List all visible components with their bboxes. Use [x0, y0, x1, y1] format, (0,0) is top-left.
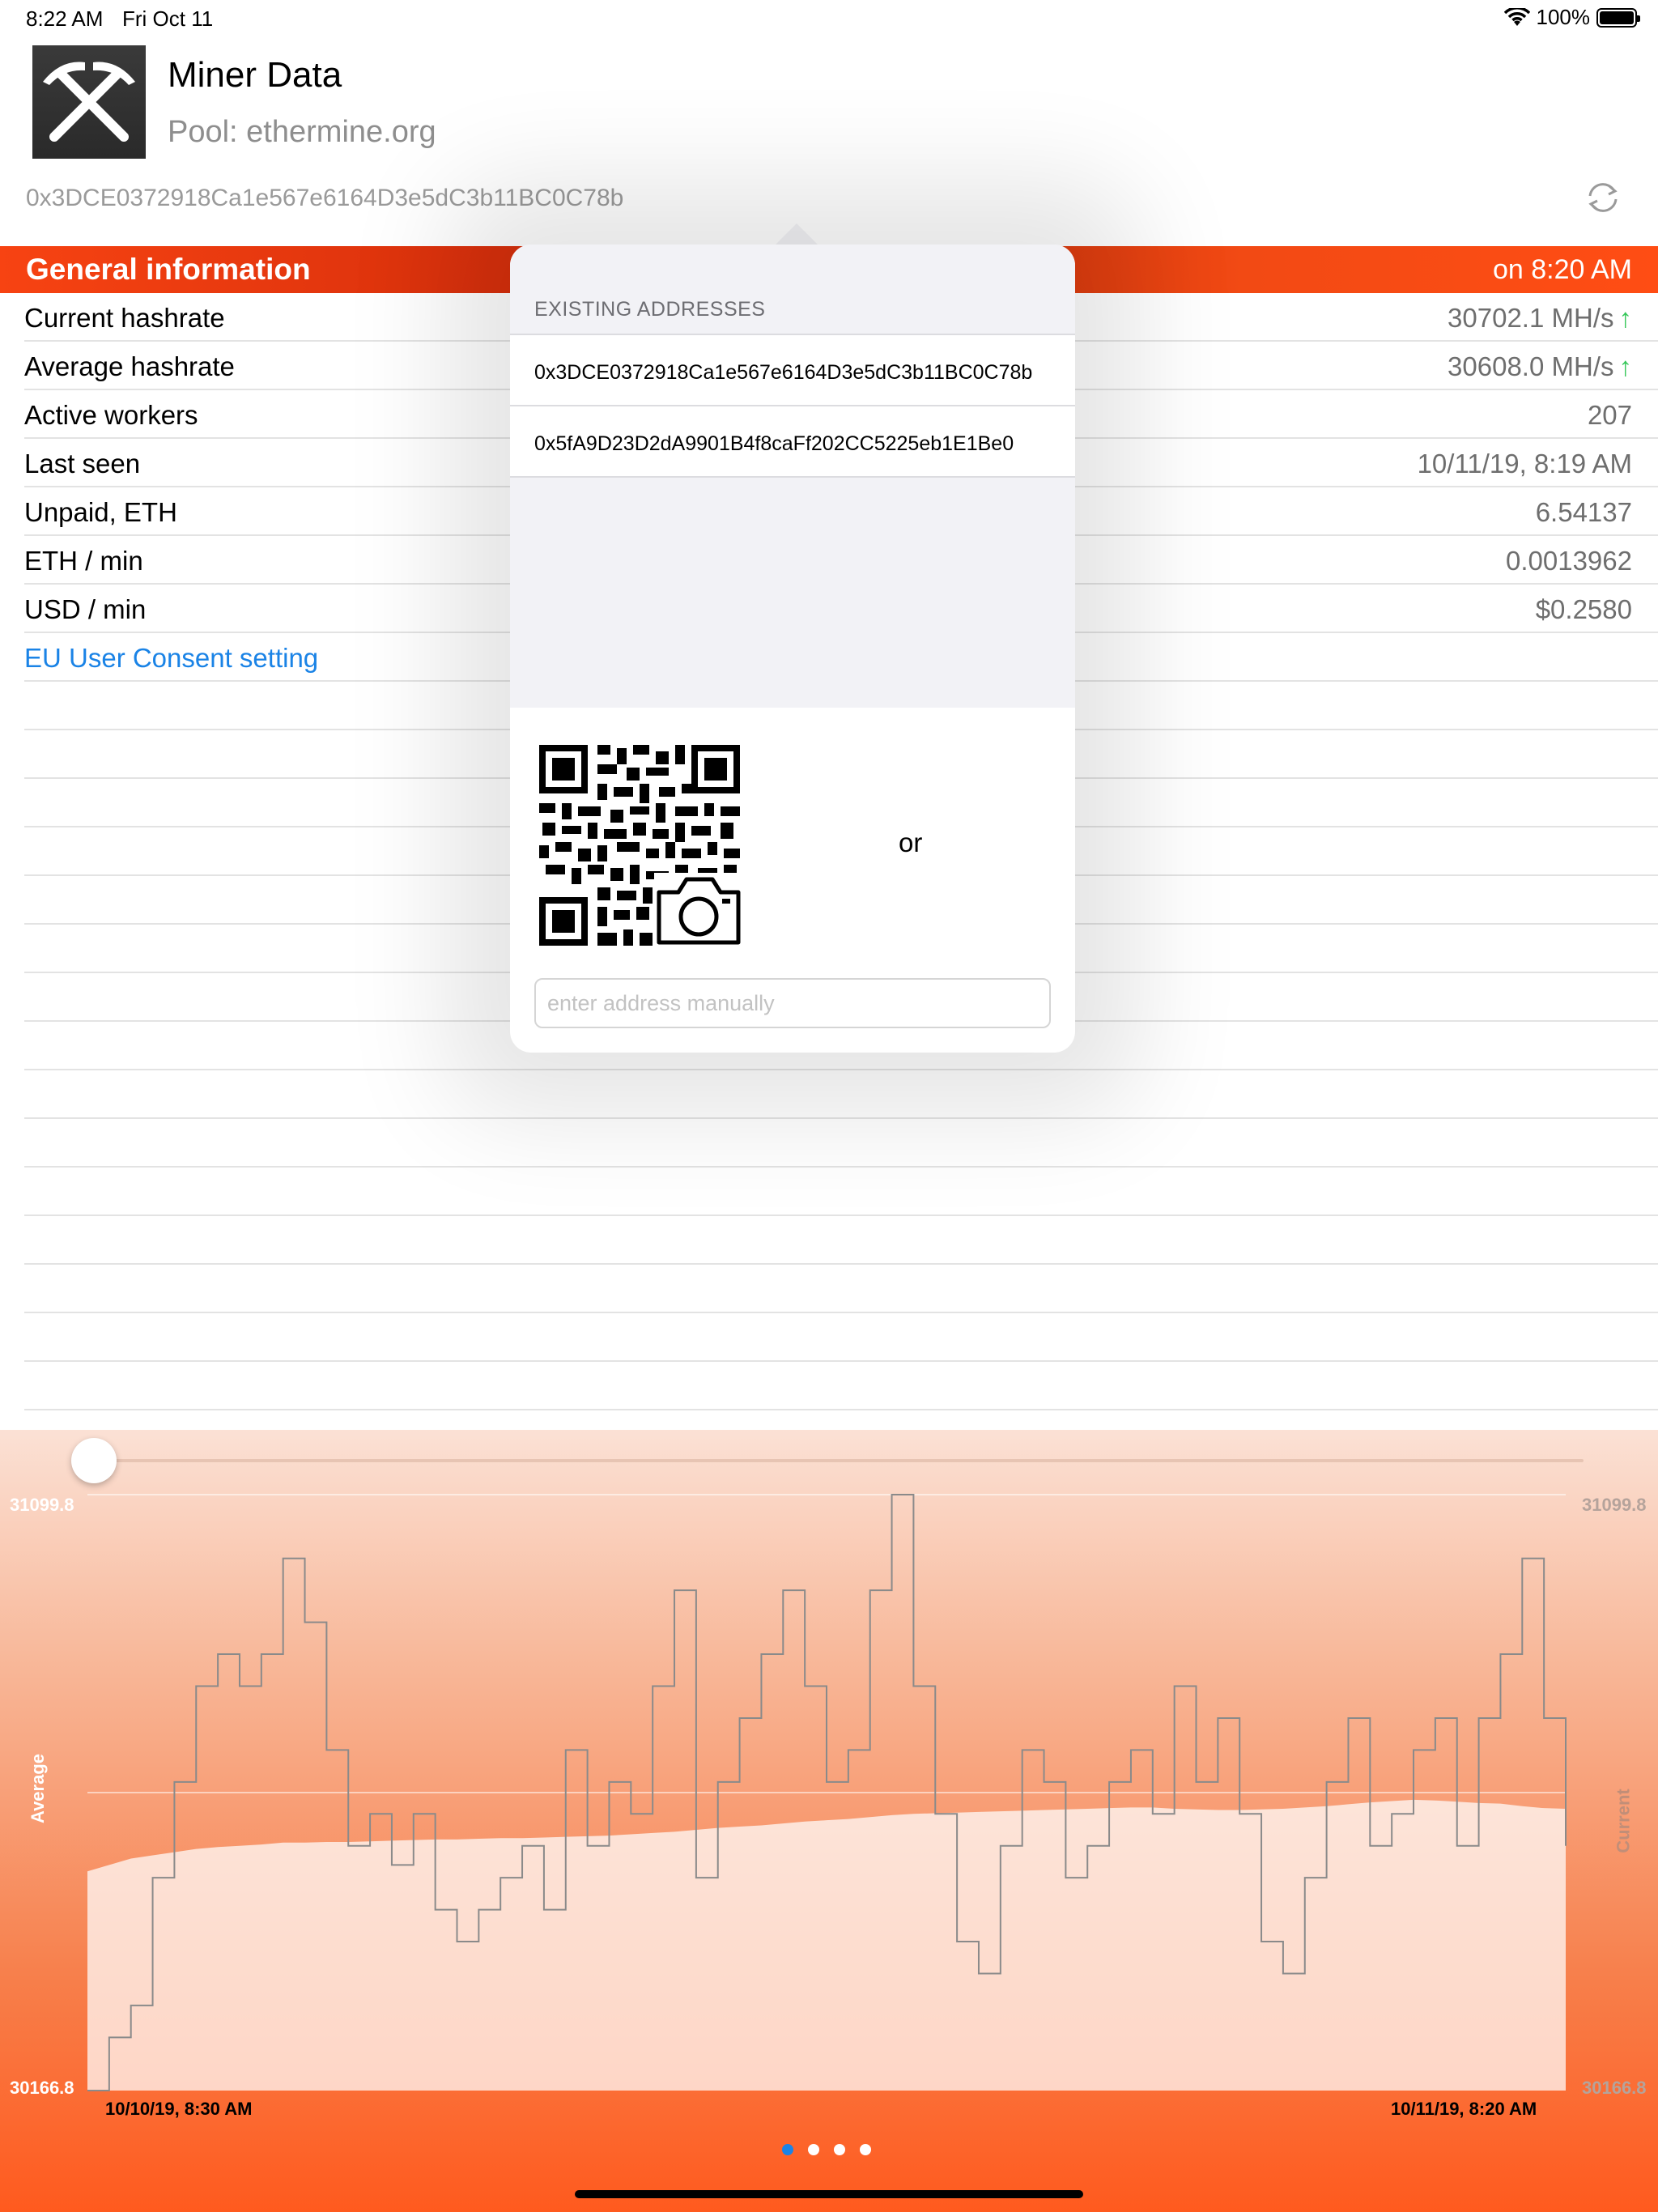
row-label: Current hashrate — [24, 303, 225, 333]
app-title: Miner Data — [168, 55, 342, 95]
row-value: 0.0013962 — [1506, 546, 1632, 576]
or-text: or — [899, 827, 923, 857]
y-left-max: 31099.8 — [10, 1495, 74, 1515]
address-list: 0x3DCE0372918Ca1e567e6164D3e5dC3b11BC0C7… — [510, 334, 1075, 478]
y-right-max: 31099.8 — [1582, 1495, 1647, 1515]
row-label: Active workers — [24, 400, 198, 430]
empty-row — [24, 1168, 1658, 1216]
status-right: 100% — [1503, 5, 1640, 30]
average-series-area — [87, 1799, 1566, 2091]
empty-row — [24, 1362, 1658, 1410]
row-value: $0.2580 — [1535, 594, 1632, 624]
status-date: Fri Oct 11 — [122, 6, 214, 31]
address-button[interactable]: 0x3DCE0372918Ca1e567e6164D3e5dC3b11BC0C7… — [26, 185, 623, 212]
pickaxe-icon — [32, 45, 146, 159]
arrow-up-icon: ↑ — [1618, 303, 1633, 333]
row-value: 207 — [1587, 400, 1632, 430]
page-dot[interactable] — [834, 2144, 845, 2155]
row-label: ETH / min — [24, 546, 143, 576]
hashrate-chart: 31099.8 30166.8 31099.8 30166.8 Average … — [0, 1430, 1658, 2212]
right-axis-title: Current — [1613, 1789, 1634, 1853]
page-indicator[interactable] — [782, 2144, 871, 2155]
row-label: USD / min — [24, 594, 147, 624]
row-label: Unpaid, ETH — [24, 497, 177, 527]
empty-row — [24, 1119, 1658, 1168]
x-end-label: 10/11/19, 8:20 AM — [1391, 2099, 1537, 2119]
range-slider-thumb[interactable] — [71, 1438, 117, 1483]
wifi-icon — [1503, 7, 1530, 26]
last-updated: on 8:20 AM — [1492, 254, 1632, 285]
x-start-label: 10/10/19, 8:30 AM — [105, 2099, 253, 2119]
address-popover: EXISTING ADDRESSES 0x3DCE0372918Ca1e567e… — [510, 245, 1075, 1053]
page-dot[interactable] — [808, 2144, 819, 2155]
popover-arrow — [774, 223, 819, 246]
range-slider-track[interactable] — [94, 1459, 1584, 1462]
address-item[interactable]: 0x3DCE0372918Ca1e567e6164D3e5dC3b11BC0C7… — [510, 335, 1075, 406]
section-title: General information — [26, 253, 311, 286]
empty-row — [24, 1216, 1658, 1265]
eu-consent-link[interactable]: EU User Consent setting — [24, 643, 318, 674]
row-value: 30608.0 MH/s ↑ — [1448, 351, 1633, 381]
left-axis-title: Average — [28, 1753, 49, 1824]
status-bar: 8:22 AM Fri Oct 11 100% — [0, 0, 1658, 39]
y-right-min: 30166.8 — [1582, 2078, 1647, 2098]
camera-icon[interactable] — [654, 873, 743, 947]
row-value: 10/11/19, 8:19 AM — [1417, 449, 1632, 479]
empty-row — [24, 1265, 1658, 1313]
y-left-min: 30166.8 — [10, 2078, 74, 2098]
page-dot[interactable] — [782, 2144, 793, 2155]
address-item[interactable]: 0x5fA9D23D2dA9901B4f8caFf202CC5225eb1E1B… — [510, 406, 1075, 478]
refresh-icon[interactable] — [1584, 178, 1622, 217]
empty-row — [24, 1313, 1658, 1362]
pool-name: Pool: ethermine.org — [168, 115, 436, 149]
manual-address-input[interactable] — [534, 978, 1051, 1028]
existing-addresses-heading: EXISTING ADDRESSES — [534, 298, 766, 321]
page-dot[interactable] — [860, 2144, 871, 2155]
row-value: 30702.1 MH/s ↑ — [1448, 303, 1633, 333]
row-label: Average hashrate — [24, 351, 235, 381]
home-indicator[interactable] — [575, 2190, 1083, 2198]
arrow-up-icon: ↑ — [1618, 351, 1633, 381]
row-label: Last seen — [24, 449, 141, 479]
battery-percent: 100% — [1536, 5, 1591, 29]
battery-icon — [1596, 7, 1640, 28]
empty-row — [24, 1070, 1658, 1119]
row-value: 6.54137 — [1535, 497, 1632, 527]
chart-svg — [87, 1494, 1567, 2091]
status-time: 8:22 AM — [26, 6, 104, 31]
